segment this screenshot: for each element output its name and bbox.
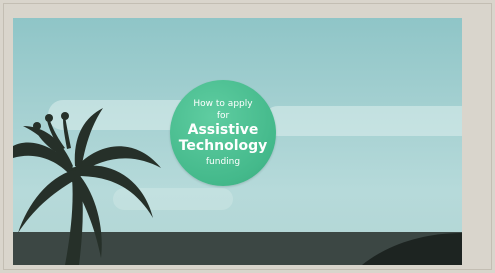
cloud <box>263 106 462 136</box>
title-bubble: How to apply for Assistive Technology fu… <box>170 80 276 186</box>
video-player[interactable]: How to apply for Assistive Technology fu… <box>13 18 462 265</box>
video-frame: How to apply for Assistive Technology fu… <box>0 0 495 273</box>
palm-tree-silhouette <box>13 108 161 265</box>
title-line-5: funding <box>205 156 241 167</box>
title-line-4: Technology <box>178 137 268 154</box>
hill-silhouette <box>362 233 462 265</box>
title-line-3: Assistive <box>187 121 259 138</box>
title-line-1: How to apply <box>193 98 253 109</box>
title-line-2: for <box>216 110 230 121</box>
